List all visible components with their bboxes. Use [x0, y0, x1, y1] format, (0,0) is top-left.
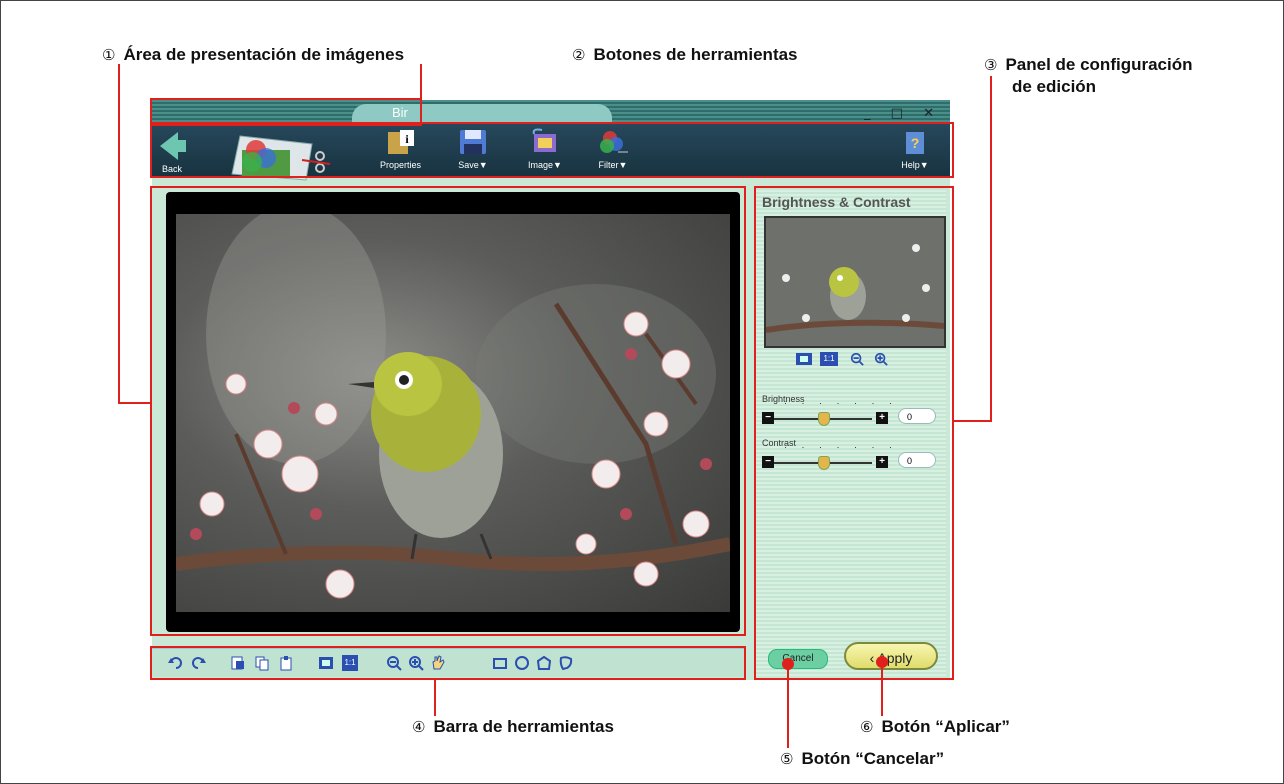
highlight-image-area [150, 186, 746, 636]
leader-tool-buttons [420, 64, 422, 100]
callout-apply: ⑥ Botón “Aplicar” [860, 717, 1010, 736]
callout-toolbar: ④ Barra de herramientas [412, 717, 614, 736]
leader-image-area [118, 64, 120, 404]
leader-edit-panel-h [954, 420, 992, 422]
leader-image-area-h [118, 402, 152, 404]
leader-apply [881, 666, 883, 716]
leader-edit-panel [990, 76, 992, 422]
callout-edit-panel: ③ Panel de configuración de edición [984, 55, 1193, 96]
leader-cancel [787, 668, 789, 748]
callout-image-area: ① Área de presentación de imágenes [102, 45, 405, 64]
window-controls[interactable]: _ □ ✕ [864, 106, 942, 121]
callout-tool-buttons: ② Botones de herramientas [572, 45, 798, 64]
leader-toolbar [434, 680, 436, 716]
callout-cancel: ⑤ Botón “Cancelar” [780, 749, 945, 768]
highlight-tool-buttons [150, 122, 954, 178]
highlight-edit-panel [754, 186, 954, 680]
highlight-bottom-toolbar [150, 646, 746, 680]
